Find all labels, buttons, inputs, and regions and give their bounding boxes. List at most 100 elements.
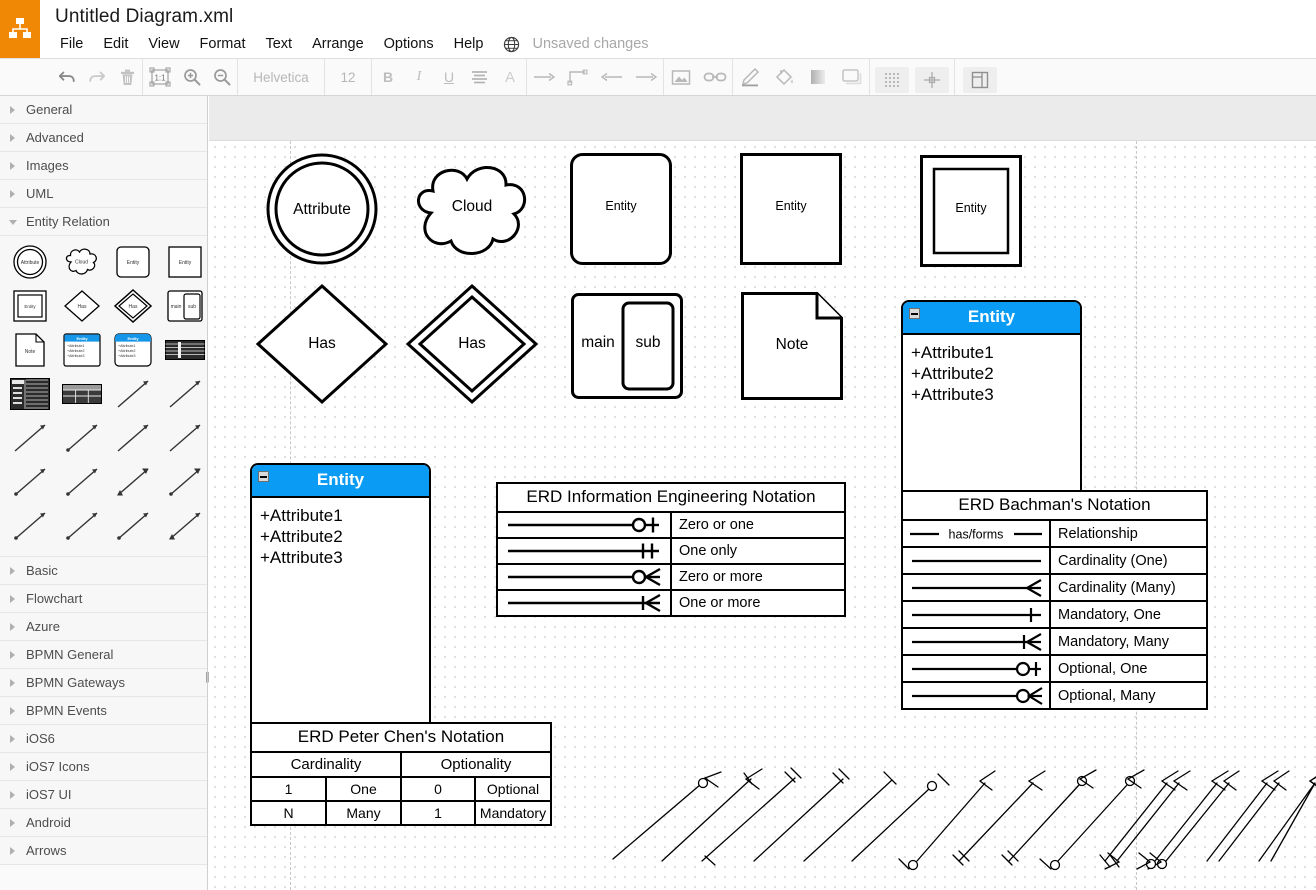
- palette-edge-crowsfoot-shape[interactable]: [112, 504, 156, 548]
- sidebar-section-uml[interactable]: UML: [0, 180, 207, 208]
- collapse-icon[interactable]: [258, 471, 269, 482]
- grid-dots-icon[interactable]: [875, 67, 909, 93]
- menu-view[interactable]: View: [138, 34, 189, 54]
- palette-entity-rounded-shape[interactable]: Entity: [112, 240, 156, 284]
- menu-text[interactable]: Text: [255, 34, 302, 54]
- palette-edge-mandatory-one-shape[interactable]: [60, 460, 104, 504]
- palette-entity-table-blue-2-shape[interactable]: Entity +Attribute1 +Attribute2 +Attribut…: [112, 328, 156, 372]
- palette-edge-zero-one-shape[interactable]: [60, 416, 104, 460]
- palette-edge-double-shape[interactable]: [163, 504, 207, 548]
- sidebar-section-images[interactable]: Images: [0, 152, 207, 180]
- globe-icon[interactable]: [503, 36, 520, 53]
- sidebar-section-entity-relation[interactable]: Entity Relation: [0, 208, 207, 236]
- crosshair-icon[interactable]: [915, 67, 949, 93]
- palette-entity-square-shape[interactable]: Entity: [163, 240, 207, 284]
- italic-button[interactable]: I: [404, 59, 434, 95]
- palette-edge-optional-many-shape[interactable]: [8, 504, 52, 548]
- table-row[interactable]: has/forms Relationship: [903, 521, 1206, 548]
- sidebar-section-bpmn-events[interactable]: BPMN Events: [0, 697, 207, 725]
- sidebar-section-bpmn-general[interactable]: BPMN General: [0, 641, 207, 669]
- sidebar-section-general[interactable]: General: [0, 96, 207, 124]
- erd-edge-gallery-right[interactable]: [1089, 721, 1316, 890]
- zoom-out-icon[interactable]: [207, 59, 237, 95]
- diagram-canvas[interactable]: Attribute Cloud Entity Entity Entity Has…: [209, 141, 1316, 890]
- menu-format[interactable]: Format: [190, 34, 256, 54]
- sidebar-section-ios7-icons[interactable]: iOS7 Icons: [0, 753, 207, 781]
- palette-relationship-double-diamond-shape[interactable]: Has: [112, 284, 156, 328]
- paint-bucket-icon[interactable]: [767, 59, 801, 95]
- sidebar-section-basic[interactable]: Basic: [0, 557, 207, 585]
- format-panel-icon[interactable]: [963, 67, 997, 93]
- palette-edge-zero-many-shape[interactable]: [163, 416, 207, 460]
- menu-options[interactable]: Options: [374, 34, 444, 54]
- entity-table-header[interactable]: Entity: [903, 302, 1080, 335]
- menu-arrange[interactable]: Arrange: [302, 34, 374, 54]
- sidebar-section-ios7-ui[interactable]: iOS7 UI: [0, 781, 207, 809]
- palette-table-list-shape[interactable]: [8, 372, 52, 416]
- palette-edge-arrow-shape[interactable]: [60, 504, 104, 548]
- shadow-icon[interactable]: [801, 59, 835, 95]
- align-left-icon[interactable]: [464, 59, 494, 95]
- sidebar-section-bpmn-gateways[interactable]: BPMN Gateways: [0, 669, 207, 697]
- palette-entity-double-shape[interactable]: Entity: [8, 284, 52, 328]
- table-row[interactable]: Mandatory, One: [903, 602, 1206, 629]
- shape-sidebar[interactable]: General Advanced Images UML Entity Relat…: [0, 96, 208, 890]
- arrow-right-alt-icon[interactable]: [629, 59, 663, 95]
- font-family-select[interactable]: Helvetica: [238, 59, 324, 95]
- menu-edit[interactable]: Edit: [93, 34, 138, 54]
- table-row[interactable]: One only: [498, 539, 844, 565]
- undo-icon[interactable]: [52, 59, 82, 95]
- ie-notation-table[interactable]: ERD Information Engineering Notation Zer…: [496, 482, 846, 617]
- table-row[interactable]: Optional, One: [903, 656, 1206, 683]
- table-row[interactable]: Cardinality (One): [903, 548, 1206, 575]
- bachman-notation-table[interactable]: ERD Bachman's Notation has/forms Relatio…: [901, 490, 1208, 710]
- fit-page-icon[interactable]: 1:1: [143, 59, 177, 95]
- palette-edge-mandatory-many-shape[interactable]: [112, 460, 156, 504]
- palette-note-shape[interactable]: Note: [8, 328, 52, 372]
- collapse-icon[interactable]: [909, 308, 920, 319]
- palette-relationship-diamond-shape[interactable]: Has: [60, 284, 104, 328]
- link-icon[interactable]: [698, 59, 732, 95]
- palette-edge-optional-one-shape[interactable]: [163, 460, 207, 504]
- sidebar-section-arrows[interactable]: Arrows: [0, 837, 207, 865]
- palette-table-grid-shape[interactable]: [60, 372, 104, 416]
- pen-icon[interactable]: [733, 59, 767, 95]
- arrow-right-icon[interactable]: [527, 59, 561, 95]
- trash-icon[interactable]: [112, 59, 142, 95]
- entity-table-left[interactable]: Entity +Attribute1 +Attribute2 +Attribut…: [250, 463, 431, 766]
- sidebar-section-android[interactable]: Android: [0, 809, 207, 837]
- palette-cloud-shape[interactable]: Cloud: [60, 240, 104, 284]
- table-row[interactable]: One or more: [498, 591, 844, 615]
- table-row[interactable]: Zero or more: [498, 565, 844, 591]
- sidebar-section-ios6[interactable]: iOS6: [0, 725, 207, 753]
- menu-file[interactable]: File: [58, 34, 93, 54]
- palette-edge-one-many-shape[interactable]: [8, 460, 52, 504]
- menu-help[interactable]: Help: [444, 34, 494, 54]
- shape-icon[interactable]: [835, 59, 869, 95]
- palette-table-dark-shape[interactable]: [163, 328, 207, 372]
- elbow-connector-icon[interactable]: [561, 59, 595, 95]
- font-color-button[interactable]: A: [494, 59, 526, 95]
- palette-edge-plain-shape[interactable]: [112, 372, 156, 416]
- underline-button[interactable]: U: [434, 59, 464, 95]
- arrow-left-icon[interactable]: [595, 59, 629, 95]
- table-row[interactable]: Cardinality (Many): [903, 575, 1206, 602]
- redo-icon[interactable]: [82, 59, 112, 95]
- sidebar-section-advanced[interactable]: Advanced: [0, 124, 207, 152]
- sidebar-section-azure[interactable]: Azure: [0, 613, 207, 641]
- image-icon[interactable]: [664, 59, 698, 95]
- table-row[interactable]: Mandatory, Many: [903, 629, 1206, 656]
- table-row[interactable]: Optional, Many: [903, 683, 1206, 708]
- chen-notation-table[interactable]: ERD Peter Chen's Notation Cardinality Op…: [250, 722, 552, 826]
- palette-entity-table-blue-shape[interactable]: Entity +Attribute1 +Attribute2 +Attribut…: [60, 328, 104, 372]
- palette-edge-one-only-shape[interactable]: [112, 416, 156, 460]
- palette-attribute-shape[interactable]: Attribute: [8, 240, 52, 284]
- palette-main-sub-shape[interactable]: main sub: [163, 284, 207, 328]
- bold-button[interactable]: B: [372, 59, 404, 95]
- table-row[interactable]: Zero or one: [498, 513, 844, 539]
- entity-table-header[interactable]: Entity: [252, 465, 429, 498]
- zoom-in-icon[interactable]: [177, 59, 207, 95]
- shape-palette[interactable]: Attribute Cloud Entity Entity: [0, 236, 207, 557]
- palette-edge-one-shape[interactable]: [163, 372, 207, 416]
- sidebar-section-flowchart[interactable]: Flowchart: [0, 585, 207, 613]
